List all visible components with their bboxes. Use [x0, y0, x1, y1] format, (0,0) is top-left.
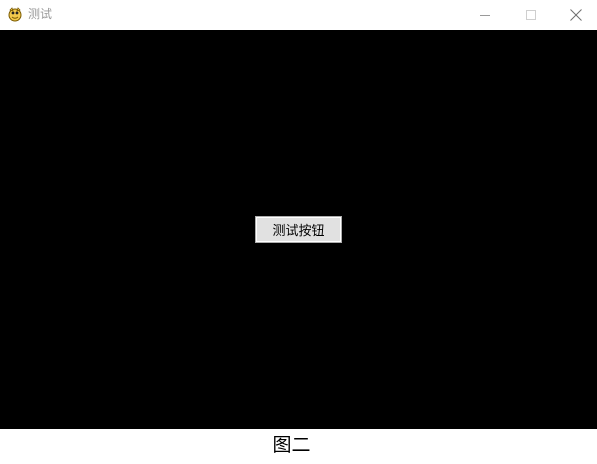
test-button[interactable]: 测试按钮	[255, 216, 342, 243]
app-window: 测试 测试按钮	[0, 0, 597, 429]
figure-caption: 图二	[272, 434, 311, 456]
minimize-icon	[480, 10, 490, 20]
maximize-button[interactable]	[508, 0, 554, 29]
maximize-icon	[526, 9, 536, 20]
title-bar[interactable]: 测试	[0, 0, 597, 29]
close-icon	[570, 8, 582, 21]
app-icon	[7, 6, 23, 22]
window-title: 测试	[28, 7, 53, 21]
minimize-button[interactable]	[462, 0, 508, 29]
game-canvas[interactable]: 测试按钮	[0, 30, 597, 429]
close-button[interactable]	[553, 0, 597, 29]
